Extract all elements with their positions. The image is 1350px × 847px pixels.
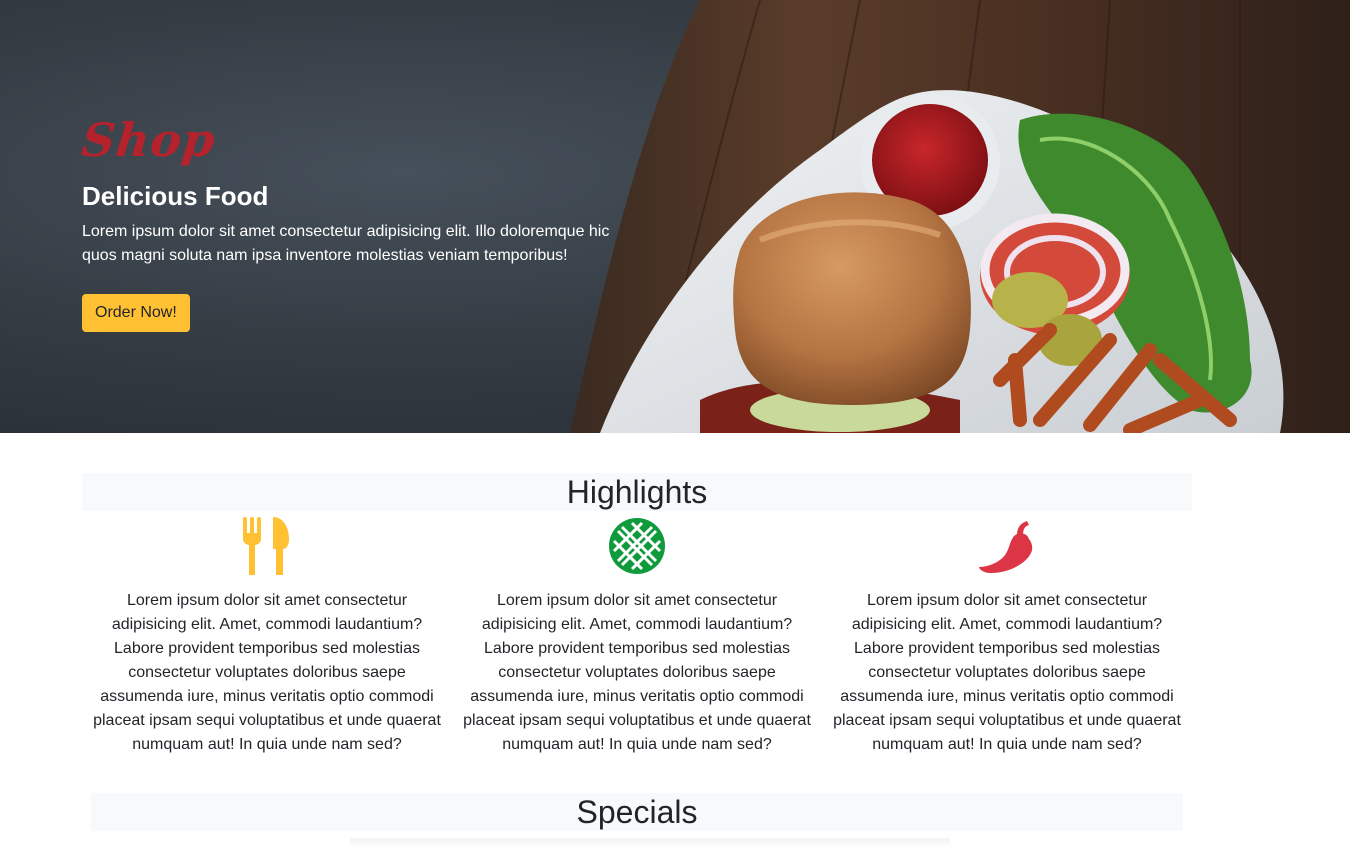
hero-title: Delicious Food [82,181,269,211]
hero-banner: Shop Delicious Food Lorem ipsum dolor si… [0,0,1350,433]
highlight-card: Lorem ipsum dolor sit amet consectetur a… [822,515,1192,757]
hero-description: Lorem ipsum dolor sit amet consectetur a… [82,223,610,264]
highlight-text: Lorem ipsum dolor sit amet consectetur a… [93,592,441,753]
highlight-card: Lorem ipsum dolor sit amet consectetur a… [452,515,822,757]
waffle-icon [456,515,818,577]
highlight-text: Lorem ipsum dolor sit amet consectetur a… [463,592,811,753]
utensils-icon [86,515,448,577]
brand-logo: Shop [79,113,219,167]
pepper-icon [826,515,1188,577]
specials-card-edge [350,838,950,847]
highlights-row: Lorem ipsum dolor sit amet consectetur a… [82,515,1192,757]
hero-content: Shop Delicious Food Lorem ipsum dolor si… [79,110,622,332]
order-now-button[interactable]: Order Now! [82,294,190,332]
highlights-title: Highlights [82,473,1192,511]
highlight-card: Lorem ipsum dolor sit amet consectetur a… [82,515,452,757]
highlight-text: Lorem ipsum dolor sit amet consectetur a… [833,592,1181,753]
specials-title: Specials [91,793,1183,831]
